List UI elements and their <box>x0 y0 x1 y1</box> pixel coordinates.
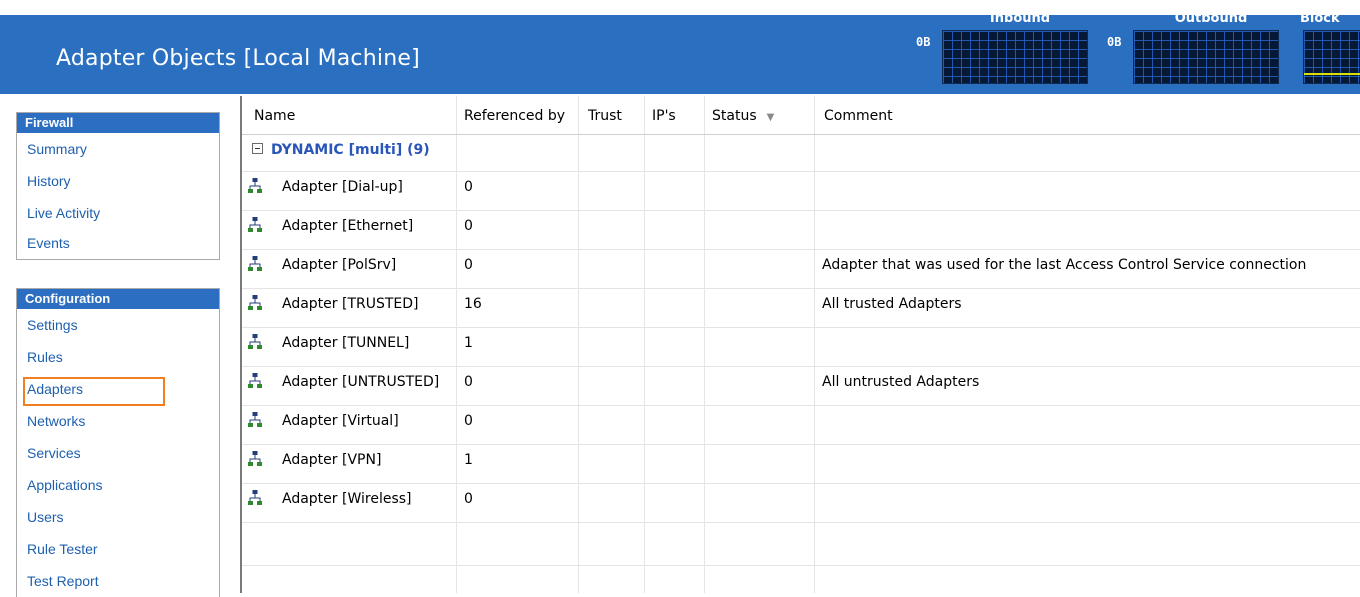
collapse-minus-icon[interactable] <box>252 143 263 154</box>
nav-settings[interactable]: Settings <box>17 309 219 341</box>
cell-name: Adapter [Ethernet] <box>282 218 414 234</box>
cell-referenced-by: 1 <box>464 335 473 351</box>
network-adapter-icon <box>248 373 262 388</box>
table-row[interactable]: Adapter [Ethernet] 0 <box>242 210 1360 250</box>
group-label-cell: DYNAMIC [multi] (9) <box>252 134 430 173</box>
network-adapter-icon <box>248 490 262 505</box>
cell-comment: All untrusted Adapters <box>822 374 980 390</box>
cell-name: Adapter [TUNNEL] <box>282 335 410 351</box>
cell-referenced-by: 0 <box>464 218 473 234</box>
cell-name: Adapter [UNTRUSTED] <box>282 374 440 390</box>
cell-name: Adapter [Virtual] <box>282 413 399 429</box>
column-header-ips[interactable]: IP's <box>652 96 676 134</box>
page-title: Adapter Objects [Local Machine] <box>56 46 420 71</box>
cell-referenced-by: 0 <box>464 491 473 507</box>
group-label: DYNAMIC [multi] (9) <box>271 142 430 158</box>
column-header-referenced-by[interactable]: Referenced by <box>464 96 565 134</box>
app-header: Adapter Objects [Local Machine] Inbound … <box>0 15 1360 94</box>
block-meter-line <box>1304 73 1360 75</box>
table-row[interactable]: Adapter [VPN] 1 <box>242 444 1360 484</box>
cell-referenced-by: 1 <box>464 452 473 468</box>
inbound-meter: Inbound 0B <box>916 15 1092 94</box>
cell-name: Adapter [VPN] <box>282 452 382 468</box>
sidebar: Firewall Summary History Live Activity E… <box>0 96 240 597</box>
table-header: Name Referenced by Trust IP's Status ▼ Co… <box>242 96 1360 135</box>
cell-name: Adapter [Wireless] <box>282 491 412 507</box>
table-row[interactable]: Adapter [TUNNEL] 1 <box>242 327 1360 367</box>
nav-history[interactable]: History <box>17 165 219 197</box>
table-row[interactable]: Adapter [PolSrv] 0 Adapter that was used… <box>242 249 1360 289</box>
cell-name: Adapter [Dial-up] <box>282 179 403 195</box>
inbound-meter-label: Inbound <box>989 15 1051 26</box>
cell-referenced-by: 16 <box>464 296 482 312</box>
inbound-meter-graph <box>942 30 1088 84</box>
network-adapter-icon <box>248 178 262 193</box>
table-row[interactable]: Adapter [UNTRUSTED] 0 All untrusted Adap… <box>242 366 1360 406</box>
inbound-meter-value: 0B <box>916 35 931 49</box>
outbound-meter: Outbound 0B <box>1107 15 1283 94</box>
adapter-table: Name Referenced by Trust IP's Status ▼ Co… <box>240 96 1360 593</box>
nav-summary[interactable]: Summary <box>17 133 219 165</box>
network-adapter-icon <box>248 334 262 349</box>
network-adapter-icon <box>248 412 262 427</box>
nav-events[interactable]: Events <box>17 229 219 259</box>
block-meter: Block <box>1300 15 1360 94</box>
nav-adapters[interactable]: Adapters <box>17 373 219 406</box>
outbound-meter-graph <box>1133 30 1279 84</box>
column-header-status[interactable]: Status ▼ <box>712 96 774 134</box>
nav-applications[interactable]: Applications <box>17 469 219 501</box>
cell-referenced-by: 0 <box>464 374 473 390</box>
network-adapter-icon <box>248 256 262 271</box>
nav-test-report[interactable]: Test Report <box>17 565 219 597</box>
block-meter-graph <box>1303 30 1360 84</box>
cell-name: Adapter [PolSrv] <box>282 257 397 273</box>
table-row[interactable]: Adapter [Virtual] 0 <box>242 405 1360 445</box>
nav-rule-tester[interactable]: Rule Tester <box>17 533 219 565</box>
table-row[interactable]: Adapter [Dial-up] 0 <box>242 171 1360 211</box>
table-row[interactable]: Adapter [TRUSTED] 16 All trusted Adapter… <box>242 288 1360 328</box>
column-header-comment[interactable]: Comment <box>824 96 893 134</box>
configuration-section-header: Configuration <box>17 289 219 309</box>
cell-comment: Adapter that was used for the last Acces… <box>822 257 1307 273</box>
nav-services[interactable]: Services <box>17 437 219 469</box>
firewall-section-header: Firewall <box>17 113 219 133</box>
network-adapter-icon <box>248 217 262 232</box>
outbound-meter-value: 0B <box>1107 35 1122 49</box>
column-header-trust[interactable]: Trust <box>588 96 622 134</box>
network-adapter-icon <box>248 451 262 466</box>
cell-name: Adapter [TRUSTED] <box>282 296 419 312</box>
nav-live-activity[interactable]: Live Activity <box>17 197 219 229</box>
block-meter-label: Block <box>1300 15 1340 26</box>
configuration-section: Configuration Settings Rules Adapters Ne… <box>16 288 220 597</box>
cell-referenced-by: 0 <box>464 179 473 195</box>
column-header-name[interactable]: Name <box>254 96 295 134</box>
cell-comment: All trusted Adapters <box>822 296 962 312</box>
group-row[interactable]: DYNAMIC [multi] (9) <box>242 134 1360 172</box>
empty-row <box>242 525 1360 566</box>
nav-users[interactable]: Users <box>17 501 219 533</box>
network-adapter-icon <box>248 295 262 310</box>
nav-networks[interactable]: Networks <box>17 405 219 437</box>
column-header-status-label: Status <box>712 108 757 124</box>
table-row[interactable]: Adapter [Wireless] 0 <box>242 483 1360 523</box>
firewall-section: Firewall Summary History Live Activity E… <box>16 112 220 260</box>
sort-descending-icon: ▼ <box>766 112 775 123</box>
cell-referenced-by: 0 <box>464 413 473 429</box>
nav-rules[interactable]: Rules <box>17 341 219 373</box>
outbound-meter-label: Outbound <box>1174 15 1248 26</box>
cell-referenced-by: 0 <box>464 257 473 273</box>
